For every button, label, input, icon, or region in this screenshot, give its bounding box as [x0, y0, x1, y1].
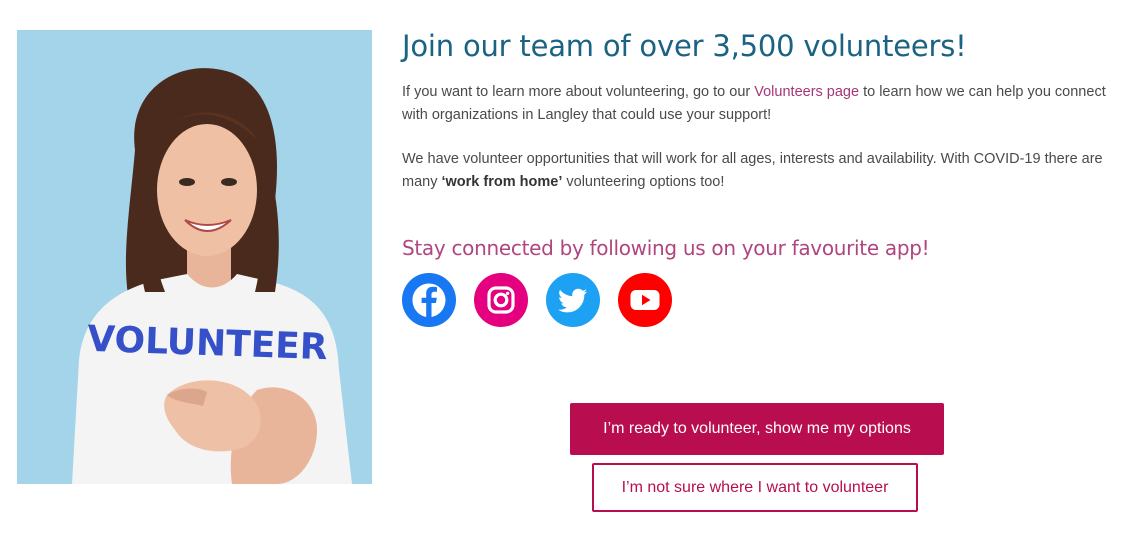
- content-section: Join our team of over 3,500 volunteers! …: [402, 26, 1122, 327]
- volunteer-photo: VOLUNTEER: [17, 30, 372, 484]
- youtube-icon: [630, 290, 660, 310]
- social-heading: Stay connected by following us on your f…: [402, 236, 930, 260]
- twitter-icon: [558, 288, 587, 313]
- page-heading: Join our team of over 3,500 volunteers!: [402, 29, 967, 63]
- instagram-button[interactable]: [474, 273, 528, 327]
- social-links: [402, 273, 1122, 327]
- opportunities-text-end: volunteering options too!: [562, 173, 725, 190]
- intro-text-start: If you want to learn more about voluntee…: [402, 84, 755, 100]
- instagram-icon: [487, 286, 515, 314]
- work-from-home-emphasis: ‘work from home’: [441, 173, 563, 190]
- page: VOLUNTEER Join our team of over 3,500 vo…: [0, 0, 1129, 538]
- facebook-icon: [412, 283, 446, 317]
- twitter-button[interactable]: [546, 273, 600, 327]
- volunteer-illustration: VOLUNTEER: [17, 30, 372, 484]
- opportunities-paragraph: We have volunteer opportunities that wil…: [402, 148, 1122, 193]
- intro-paragraph: If you want to learn more about voluntee…: [402, 81, 1122, 126]
- not-sure-button[interactable]: I’m not sure where I want to volunteer: [592, 463, 918, 512]
- youtube-button[interactable]: [618, 273, 672, 327]
- ready-to-volunteer-button[interactable]: I’m ready to volunteer, show me my optio…: [570, 403, 944, 455]
- shirt-text: VOLUNTEER: [87, 319, 329, 368]
- volunteers-page-link[interactable]: Volunteers page: [754, 84, 859, 100]
- facebook-button[interactable]: [402, 273, 456, 327]
